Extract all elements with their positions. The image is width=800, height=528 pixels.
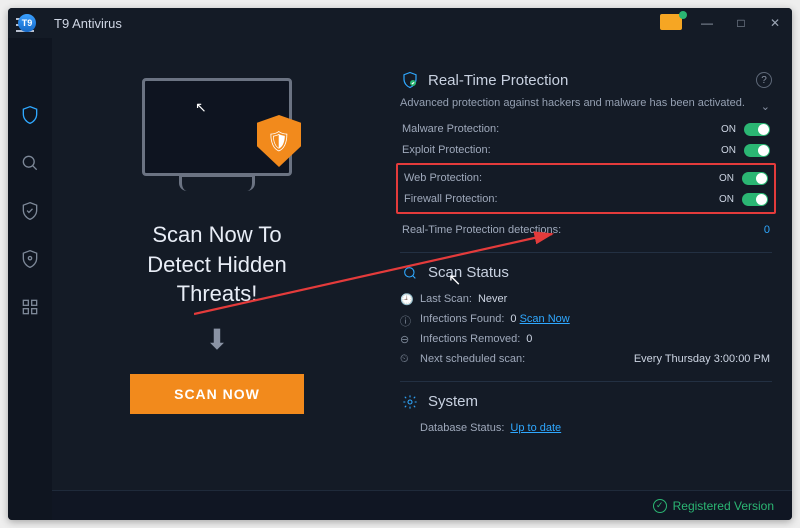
calendar-icon: ⏲ [400,353,414,366]
divider [400,252,772,253]
cursor-icon: ↖ [195,99,207,116]
highlighted-rows: Web Protection: ON Firewall Protection: … [396,163,776,214]
sidebar [8,38,52,520]
app-logo-icon: T9 [18,14,36,32]
scan-status-icon [400,263,420,283]
titlebar: T9 T9 Antivirus — □ ✕ [8,8,792,38]
search-icon [20,153,40,173]
row-malware-protection: Malware Protection: ON [400,119,772,140]
exploit-toggle[interactable] [744,144,770,157]
sidebar-item-quarantine[interactable] [19,200,41,222]
row-exploit-protection: Exploit Protection: ON [400,140,772,161]
sidebar-item-privacy[interactable] [19,248,41,270]
app-window: T9 T9 Antivirus — □ ✕ ↖ 🛡 [8,8,792,520]
scan-now-link[interactable]: Scan Now [520,313,570,325]
section-system: System Database Status: Up to date [400,392,772,438]
info-icon: ⓘ [400,313,414,329]
sidebar-item-protection[interactable] [19,104,41,126]
section-realtime: Real-Time Protection ? Advanced protecti… [400,70,772,240]
db-status-link[interactable]: Up to date [510,422,561,434]
exploit-label: Exploit Protection: [402,144,721,156]
last-scan-value: Never [478,293,507,305]
sidebar-item-apps[interactable] [19,296,41,318]
next-scheduled-value: Every Thursday 3:00:00 PM [531,353,770,365]
infections-found-value: 0 [510,313,516,325]
hero-headline: Scan Now To Detect Hidden Threats! [147,220,286,309]
row-web-protection: Web Protection: ON [402,168,770,189]
web-label: Web Protection: [404,172,719,184]
hero-pane: ↖ 🛡 Scan Now To Detect Hidden Threats! ⬇… [52,38,382,490]
shield-illustration-icon: 🛡 [257,115,301,167]
detections-value: 0 [764,224,770,236]
web-toggle[interactable] [742,172,768,185]
firewall-label: Firewall Protection: [404,193,719,205]
sidebar-item-scan[interactable] [19,152,41,174]
lock-shield-icon [20,249,40,269]
kv-db-status: Database Status: Up to date [400,418,772,438]
footer: ✓ Registered Version [52,490,792,520]
kv-infections-found: ⓘ Infections Found: 0 Scan Now [400,309,772,329]
arrow-down-icon: ⬇ [205,323,228,356]
scan-now-button[interactable]: SCAN NOW [130,374,304,414]
firewall-toggle[interactable] [742,193,768,206]
close-button[interactable]: ✕ [758,8,792,38]
app-title: T9 Antivirus [54,16,122,31]
malware-state: ON [721,124,736,135]
malware-toggle[interactable] [744,123,770,136]
shield-icon [20,105,40,125]
shield-check-icon [20,201,40,221]
realtime-help-icon[interactable]: ? [756,72,772,88]
section-scan-status: Scan Status 🕘 Last Scan: Never ⓘ Infecti… [400,263,772,369]
maximize-button[interactable]: □ [724,8,758,38]
minimize-button[interactable]: — [690,8,724,38]
exploit-state: ON [721,145,736,156]
system-title: System [428,393,478,410]
monitor-illustration: ↖ 🛡 [142,78,292,176]
kv-infections-removed: ⊖ Infections Removed: 0 [400,329,772,349]
web-state: ON [719,173,734,184]
infections-removed-value: 0 [526,333,532,345]
status-pane: Real-Time Protection ? Advanced protecti… [382,38,792,490]
hero-headline-l1: Scan Now To [147,220,286,250]
kv-last-scan: 🕘 Last Scan: Never [400,289,772,309]
scan-status-title: Scan Status [428,264,509,281]
divider [400,381,772,382]
firewall-state: ON [719,194,734,205]
hero-headline-l2: Detect Hidden [147,250,286,280]
main-content: ↖ 🛡 Scan Now To Detect Hidden Threats! ⬇… [52,38,792,490]
row-firewall-protection: Firewall Protection: ON [402,189,770,210]
minus-circle-icon: ⊖ [400,333,414,346]
detections-label: Real-Time Protection detections: [402,224,764,236]
realtime-title: Real-Time Protection [428,72,568,89]
footer-text: Registered Version [673,499,774,513]
chevron-down-icon[interactable]: ⌄ [761,100,770,115]
gear-icon [400,392,420,412]
check-circle-icon: ✓ [653,499,667,513]
realtime-desc: Advanced protection against hackers and … [400,96,772,111]
grid-icon [20,297,40,317]
clock-icon: 🕘 [400,293,414,306]
promo-badge-icon[interactable] [660,14,682,30]
realtime-shield-icon [400,70,420,90]
kv-next-scheduled: ⏲ Next scheduled scan: Every Thursday 3:… [400,349,772,369]
hero-headline-l3: Threats! [147,279,286,309]
malware-label: Malware Protection: [402,123,721,135]
row-detections: Real-Time Protection detections: 0 [400,220,772,240]
